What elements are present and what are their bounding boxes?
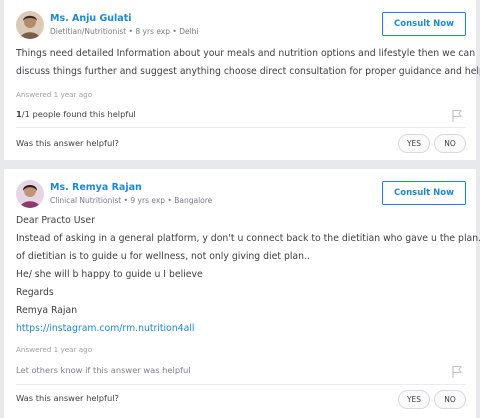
- answer-line: discuss things further and suggest anyth…: [16, 66, 480, 77]
- answer-card: Ms. Remya Rajan Clinical Nutritionist • …: [4, 169, 480, 418]
- instagram-link[interactable]: https://instagram.com/rm.nutrition4all: [16, 323, 195, 334]
- answer-line: He/ she will b happy to guide u I believ…: [16, 269, 203, 280]
- answer-line: of dietitian is to guide u for wellness,…: [16, 251, 310, 262]
- answered-time: Answered 1 year ago: [16, 345, 93, 354]
- divider: [16, 127, 466, 128]
- flag-icon[interactable]: [450, 364, 464, 378]
- avatar[interactable]: [16, 11, 44, 39]
- doctor-meta: Dietitian/Nutritionist • 8 yrs exp • Del…: [50, 27, 199, 36]
- no-button[interactable]: NO: [434, 390, 466, 409]
- helpful-count: 1/1 people found this helpful: [16, 109, 136, 119]
- answer-text: Dear Practo User Instead of asking in a …: [16, 212, 480, 338]
- helpful-count-text: /1 people found this helpful: [21, 109, 136, 119]
- answer-line: Remya Rajan: [16, 305, 78, 316]
- answered-time: Answered 1 year ago: [16, 90, 93, 99]
- answer-line: Regards: [16, 287, 54, 298]
- answer-line: Things need detailed Information about y…: [16, 48, 476, 59]
- avatar[interactable]: [16, 180, 44, 208]
- consult-now-button[interactable]: Consult Now: [382, 181, 466, 205]
- yes-button[interactable]: YES: [398, 390, 430, 409]
- divider: [16, 384, 466, 385]
- answer-line: Dear Practo User: [16, 215, 95, 226]
- doctor-name[interactable]: Ms. Remya Rajan: [50, 182, 142, 193]
- doctor-meta: Clinical Nutritionist • 9 yrs exp • Bang…: [50, 196, 213, 205]
- helpful-question: Was this answer helpful?: [16, 393, 119, 403]
- doctor-name[interactable]: Ms. Anju Gulati: [50, 13, 132, 24]
- yes-button[interactable]: YES: [398, 134, 430, 153]
- answer-line: Instead of asking in a general platform,…: [16, 233, 480, 244]
- flag-icon[interactable]: [450, 108, 464, 122]
- no-button[interactable]: NO: [434, 134, 466, 153]
- helpful-question: Was this answer helpful?: [16, 138, 119, 148]
- consult-now-button[interactable]: Consult Now: [382, 12, 466, 36]
- answer-text: Things need detailed Information about y…: [16, 45, 480, 81]
- answer-card: Ms. Anju Gulati Dietitian/Nutritionist •…: [4, 0, 480, 160]
- helpful-prompt: Let others know if this answer was helpf…: [16, 365, 191, 375]
